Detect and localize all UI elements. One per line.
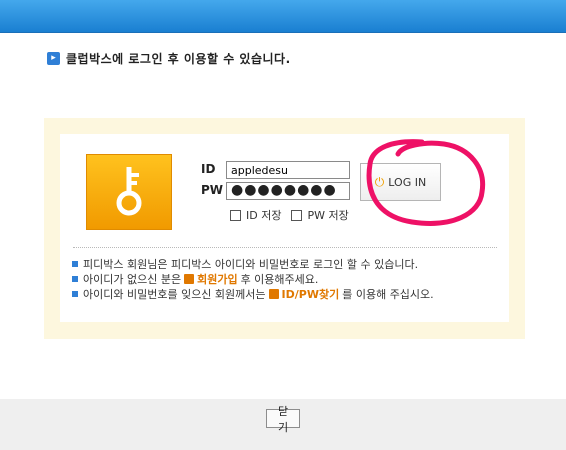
signup-link-label: 회원가입 <box>197 272 238 286</box>
window-top-bar <box>0 0 566 33</box>
info-line-2: 아이디가 없으신 분은 회원가입 후 이용해주세요. <box>72 271 434 286</box>
save-pw-option[interactable]: PW 저장 <box>291 207 349 223</box>
info-text-2-post: 후 이용해주세요. <box>240 272 319 286</box>
save-pw-label: PW 저장 <box>307 209 349 222</box>
id-label: ID <box>201 162 216 176</box>
bullet-icon <box>72 275 78 282</box>
signup-link[interactable]: 회원가입 <box>184 271 238 287</box>
notice-text: 클럽박스에 로그인 후 이용할 수 있습니다. <box>66 51 291 66</box>
save-options: ID 저장 PW 저장 <box>230 207 359 223</box>
login-panel: ID PW ●●●●●●●● ID 저장 PW 저장 ⏻ LOG IN 피 <box>44 118 525 339</box>
info-text-2-pre: 아이디가 없으신 분은 <box>83 272 182 286</box>
info-text-3-post: 를 이용해 주십시오. <box>342 287 434 301</box>
key-icon <box>86 154 172 230</box>
info-text-3-pre: 아이디와 비밀번호를 잊으신 회원께서는 <box>83 287 266 301</box>
pw-label: PW <box>201 183 224 197</box>
login-box: ID PW ●●●●●●●● ID 저장 PW 저장 ⏻ LOG IN 피 <box>60 134 509 322</box>
save-id-option[interactable]: ID 저장 <box>230 207 281 223</box>
password-input[interactable]: ●●●●●●●● <box>226 182 350 200</box>
save-id-checkbox[interactable] <box>230 209 241 221</box>
save-pw-checkbox[interactable] <box>291 209 303 221</box>
info-line-1: 피디박스 회원님은 피디박스 아이디와 비밀번호로 로그인 할 수 있습니다. <box>72 256 434 271</box>
link-icon <box>268 288 279 299</box>
bullet-icon: ▸ <box>47 51 60 65</box>
bullet-icon <box>72 260 78 267</box>
link-icon <box>184 273 195 284</box>
find-idpw-link-label: ID/PW찾기 <box>281 287 340 301</box>
login-notice: ▸ 클럽박스에 로그인 후 이용할 수 있습니다. <box>47 50 291 66</box>
divider <box>73 247 497 248</box>
red-scribble-annotation <box>366 139 486 226</box>
close-button[interactable]: 닫기 <box>266 405 300 434</box>
info-text-1: 피디박스 회원님은 피디박스 아이디와 비밀번호로 로그인 할 수 있습니다. <box>83 257 419 271</box>
login-info: 피디박스 회원님은 피디박스 아이디와 비밀번호로 로그인 할 수 있습니다. … <box>72 256 434 301</box>
bullet-icon <box>72 290 78 297</box>
footer-bar: 닫기 <box>0 399 566 450</box>
info-line-3: 아이디와 비밀번호를 잊으신 회원께서는 ID/PW찾기 를 이용해 주십시오. <box>72 286 434 301</box>
save-id-label: ID 저장 <box>246 209 282 222</box>
find-idpw-link[interactable]: ID/PW찾기 <box>268 286 340 302</box>
id-input[interactable] <box>226 161 350 179</box>
